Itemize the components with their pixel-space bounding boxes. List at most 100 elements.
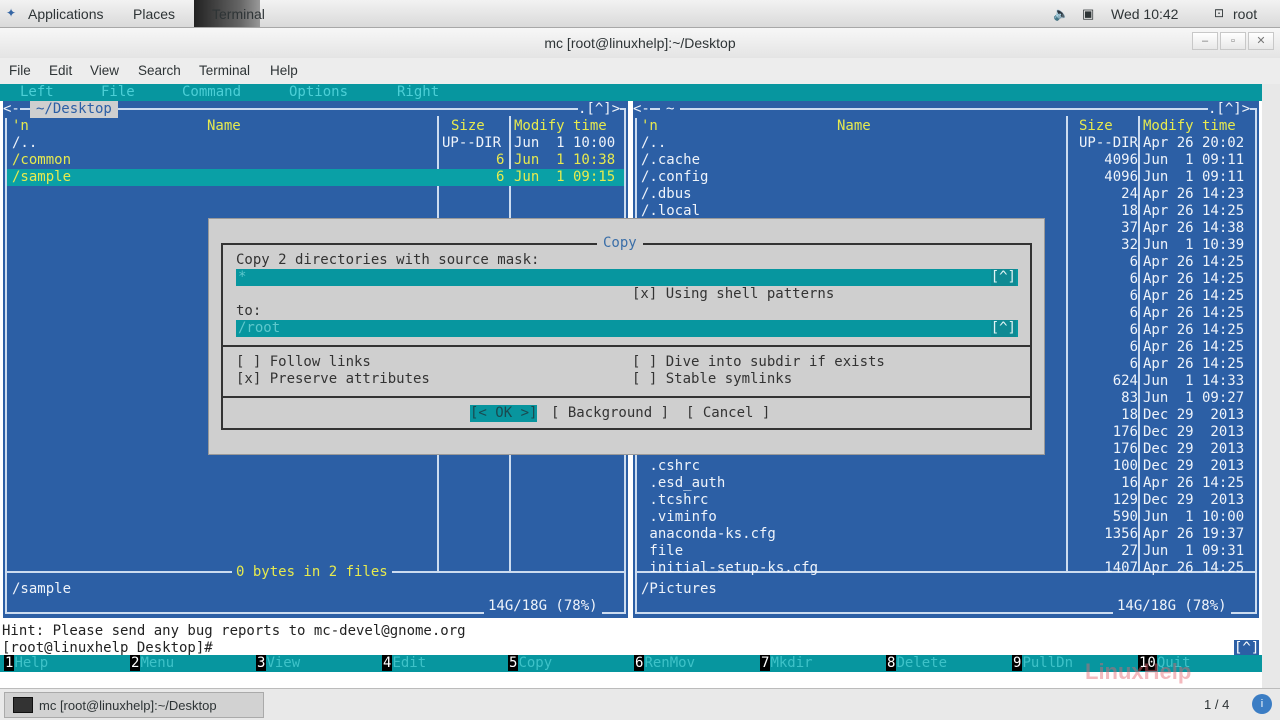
file-row-name[interactable]: /.. — [12, 135, 37, 152]
workspace-indicator[interactable]: 1 / 4 — [1204, 697, 1229, 712]
file-row-name[interactable]: /.dbus — [641, 186, 692, 203]
fkey-edit[interactable]: 4Edit — [382, 655, 426, 672]
network-icon[interactable]: ▣ — [1082, 6, 1094, 22]
taskbar-window-button[interactable]: mc [root@linuxhelp]:~/Desktop — [4, 692, 264, 718]
mc-menu-options[interactable]: Options — [289, 84, 348, 100]
file-row-time: Apr 26 14:25 — [1143, 322, 1245, 338]
file-row-time: Apr 26 14:25 — [1143, 339, 1245, 355]
destination-value: /root — [238, 320, 281, 336]
places-menu[interactable]: Places — [133, 6, 175, 22]
fkey-menu[interactable]: 2Menu — [130, 655, 174, 672]
mc-menu-right[interactable]: Right — [397, 84, 439, 100]
dialog-separator — [221, 396, 1032, 398]
file-row-name[interactable]: /sample — [12, 169, 71, 186]
volume-icon[interactable]: 🔈 — [1053, 6, 1069, 22]
right-panel-corner[interactable]: .[^]> — [1208, 101, 1251, 118]
menu-file[interactable]: File — [9, 63, 31, 78]
mc-menu-left[interactable]: Left — [20, 84, 54, 100]
mc-menu-command[interactable]: Command — [182, 84, 241, 100]
left-col-time[interactable]: Modify time — [514, 118, 607, 135]
taskbar-window-label: mc [root@linuxhelp]:~/Desktop — [39, 698, 217, 713]
file-row-time: Apr 26 14:25 — [1143, 254, 1245, 270]
left-col-size[interactable]: Size — [451, 118, 485, 135]
fkey-pulldn[interactable]: 9PullDn — [1012, 655, 1073, 672]
fkey-delete[interactable]: 8Delete — [886, 655, 947, 672]
fkey-renmov[interactable]: 6RenMov — [634, 655, 695, 672]
file-row-time: Jun 1 14:33 — [1143, 373, 1245, 389]
fkey-number: 5 — [508, 655, 519, 671]
applications-menu[interactable]: Applications — [28, 6, 104, 22]
ok-button[interactable]: [< OK >] — [470, 405, 538, 422]
file-row-name[interactable]: /.config — [641, 169, 708, 186]
watermark-logo: LinuxHelp — [1085, 659, 1192, 684]
file-row-time: Apr 26 14:38 — [1143, 220, 1245, 236]
cancel-button[interactable]: [ Cancel ] — [686, 405, 770, 422]
file-row-name[interactable]: file — [641, 543, 683, 560]
terminal-scrollbar[interactable] — [1262, 84, 1280, 688]
minimize-button[interactable]: – — [1192, 32, 1218, 50]
menu-help[interactable]: Help — [270, 63, 298, 78]
menu-terminal[interactable]: Terminal — [199, 63, 250, 78]
file-row-name[interactable]: initial-setup-ks.cfg — [641, 560, 818, 577]
file-row-name[interactable]: .viminfo — [641, 509, 716, 526]
file-row-time: Jun 1 09:31 — [1143, 543, 1245, 559]
preserve-attributes-checkbox[interactable]: [x] Preserve attributes — [236, 371, 430, 388]
follow-links-checkbox[interactable]: [ ] Follow links — [236, 354, 371, 371]
shell-patterns-checkbox[interactable]: [x] Using shell patterns — [632, 286, 834, 303]
background-button[interactable]: [ Background ] — [551, 405, 669, 422]
file-row-time: Apr 26 14:23 — [1143, 186, 1245, 202]
right-col-name[interactable]: Name — [837, 118, 871, 135]
fkey-copy[interactable]: 5Copy — [508, 655, 552, 672]
fkey-mkdir[interactable]: 7Mkdir — [760, 655, 813, 672]
hint-area: Hint: Please send any bug reports to mc-… — [0, 618, 1280, 657]
dive-subdir-checkbox[interactable]: [ ] Dive into subdir if exists — [632, 354, 885, 371]
file-row-time: Apr 26 19:37 — [1143, 526, 1245, 542]
file-row-name[interactable]: .cshrc — [641, 458, 700, 475]
top-panel: ✦ Applications Places Terminal 🔈 ▣ Wed 1… — [0, 0, 1280, 28]
file-row-size: 18 — [1121, 407, 1138, 423]
fkey-view[interactable]: 3View — [256, 655, 300, 672]
notification-icon[interactable]: i — [1252, 694, 1272, 714]
destination-history-button[interactable]: [^] — [990, 320, 1016, 337]
file-row-size: 624 — [1112, 373, 1138, 389]
right-col-size[interactable]: Size — [1079, 118, 1113, 135]
fkey-number: 4 — [382, 655, 393, 671]
close-button[interactable]: ✕ — [1248, 32, 1274, 50]
source-history-button[interactable]: [^] — [990, 269, 1016, 286]
file-row-time: Dec 29 2013 — [1143, 424, 1245, 440]
destination-input[interactable]: /root [^] — [236, 320, 1018, 337]
file-row-name[interactable]: /common — [12, 152, 71, 169]
terminal-app-label[interactable]: Terminal — [212, 6, 265, 22]
mc-menu-file[interactable]: File — [101, 84, 135, 100]
file-row-size: 1407 — [1104, 560, 1138, 576]
left-panel-corner[interactable]: .[^]> — [578, 101, 621, 118]
fkey-label: PullDn — [1022, 655, 1074, 671]
left-panel-path[interactable]: ~/Desktop — [30, 101, 118, 118]
file-row-name[interactable]: anaconda-ks.cfg — [641, 526, 775, 543]
file-row-name[interactable]: .tcshrc — [641, 492, 708, 509]
fkey-label: View — [266, 655, 301, 671]
source-mask-label: Copy 2 directories with source mask: — [236, 252, 540, 268]
stable-symlinks-checkbox[interactable]: [ ] Stable symlinks — [632, 371, 792, 388]
terminal-area[interactable]: Left File Command Options Right <- ~/Des… — [0, 84, 1280, 688]
file-row-size: 6 — [1129, 356, 1138, 372]
maximize-button[interactable]: ▫ — [1220, 32, 1246, 50]
file-row-name[interactable]: .esd_auth — [641, 475, 725, 492]
window-titlebar[interactable]: mc [root@linuxhelp]:~/Desktop – ▫ ✕ — [0, 28, 1280, 58]
menu-search[interactable]: Search — [138, 63, 181, 78]
file-row-name[interactable]: /.. — [641, 135, 666, 152]
fkey-help[interactable]: 1Help — [4, 655, 48, 672]
right-col-time[interactable]: Modify time — [1143, 118, 1236, 135]
fkey-number: 8 — [886, 655, 897, 671]
file-row-name[interactable]: /.cache — [641, 152, 700, 169]
menu-view[interactable]: View — [90, 63, 119, 78]
file-row-time: Apr 26 20:02 — [1143, 135, 1245, 151]
left-col-name[interactable]: Name — [207, 118, 241, 135]
user-menu[interactable]: root — [1233, 6, 1257, 22]
clock[interactable]: Wed 10:42 — [1111, 6, 1178, 22]
file-row-time: Jun 1 09:27 — [1143, 390, 1245, 406]
right-panel-path[interactable]: ~ — [660, 101, 681, 118]
menu-edit[interactable]: Edit — [49, 63, 72, 78]
source-mask-input[interactable]: * [^] — [236, 269, 1018, 286]
file-row-size: 6 — [1129, 322, 1138, 338]
